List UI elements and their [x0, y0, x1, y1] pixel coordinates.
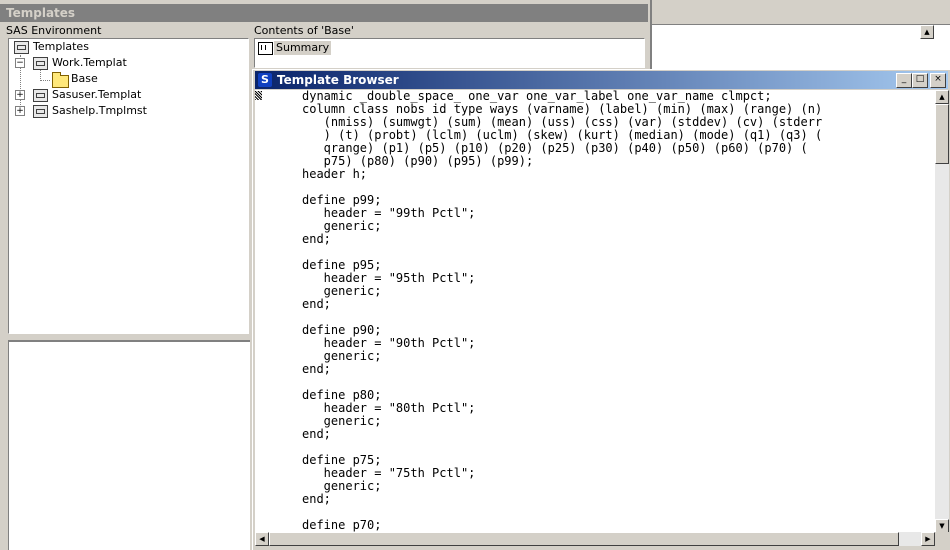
contents-list[interactable]: Summary: [254, 38, 645, 68]
expand-icon[interactable]: +: [15, 90, 25, 100]
list-item-summary[interactable]: Summary: [255, 39, 375, 57]
template-item-icon: [258, 42, 273, 55]
template-browser-titlebar[interactable]: S Template Browser _ □ ×: [255, 71, 948, 89]
tree-item-templates[interactable]: Templates: [9, 39, 239, 55]
horizontal-scrollbar[interactable]: ◀ ▶: [255, 532, 935, 546]
tree-item-label: Sasuser.Templat: [52, 88, 142, 101]
scroll-right-button[interactable]: ▶: [921, 532, 935, 546]
templates-window-title: Templates: [6, 6, 76, 20]
vertical-scrollbar[interactable]: ▲ ▼: [935, 90, 949, 533]
collapse-icon[interactable]: −: [15, 58, 25, 68]
scroll-down-button[interactable]: ▼: [935, 519, 949, 533]
tree-item-label: Work.Templat: [52, 56, 127, 69]
tree-item-label: Templates: [33, 40, 89, 53]
contents-header: Contents of 'Base': [254, 24, 354, 37]
template-source-editor[interactable]: dynamic _double_space_ one_var one_var_l…: [255, 90, 935, 532]
template-browser-title: Template Browser: [277, 73, 399, 87]
line-marker-icon: [255, 91, 262, 100]
template-browser-window[interactable]: S Template Browser _ □ × dynamic _double…: [252, 69, 950, 550]
tree-item-label: Base: [71, 72, 98, 85]
tree-item-base[interactable]: Base: [9, 71, 239, 88]
expand-icon[interactable]: +: [15, 106, 25, 116]
list-item-label: Summary: [274, 41, 332, 55]
scroll-left-button[interactable]: ◀: [255, 532, 269, 546]
vertical-scroll-thumb[interactable]: [935, 104, 949, 164]
sas-app-icon: S: [258, 73, 272, 87]
scroll-up-button[interactable]: ▲: [935, 90, 949, 104]
minimize-button[interactable]: _: [896, 73, 912, 88]
library-icon: [33, 89, 48, 102]
lower-left-pane: [8, 340, 250, 550]
scroll-up-button[interactable]: ▲: [920, 25, 934, 39]
sas-environment-header: SAS Environment: [6, 24, 102, 37]
scrollbar-corner: [935, 532, 949, 546]
horizontal-scroll-thumb[interactable]: [269, 532, 899, 546]
template-source-code: dynamic _double_space_ one_var one_var_l…: [302, 90, 823, 532]
library-icon: [14, 41, 29, 54]
tree-item-sasuser-templat[interactable]: + Sasuser.Templat: [9, 87, 239, 103]
right-pane-header-strip: [650, 0, 950, 25]
tree-item-sashelp-tmplmst[interactable]: + Sashelp.Tmplmst: [9, 103, 239, 119]
library-icon: [33, 57, 48, 70]
close-button[interactable]: ×: [930, 73, 946, 88]
library-icon: [33, 105, 48, 118]
maximize-button[interactable]: □: [912, 73, 928, 88]
tree-item-work-templat[interactable]: − Work.Templat: [9, 55, 239, 71]
templates-window-titlebar[interactable]: Templates: [0, 4, 648, 22]
tree-item-label: Sashelp.Tmplmst: [52, 104, 147, 117]
sas-environment-tree[interactable]: Templates − Work.Templat Base + Sasuser.…: [8, 38, 249, 334]
right-upper-pane: ▲: [650, 25, 950, 70]
